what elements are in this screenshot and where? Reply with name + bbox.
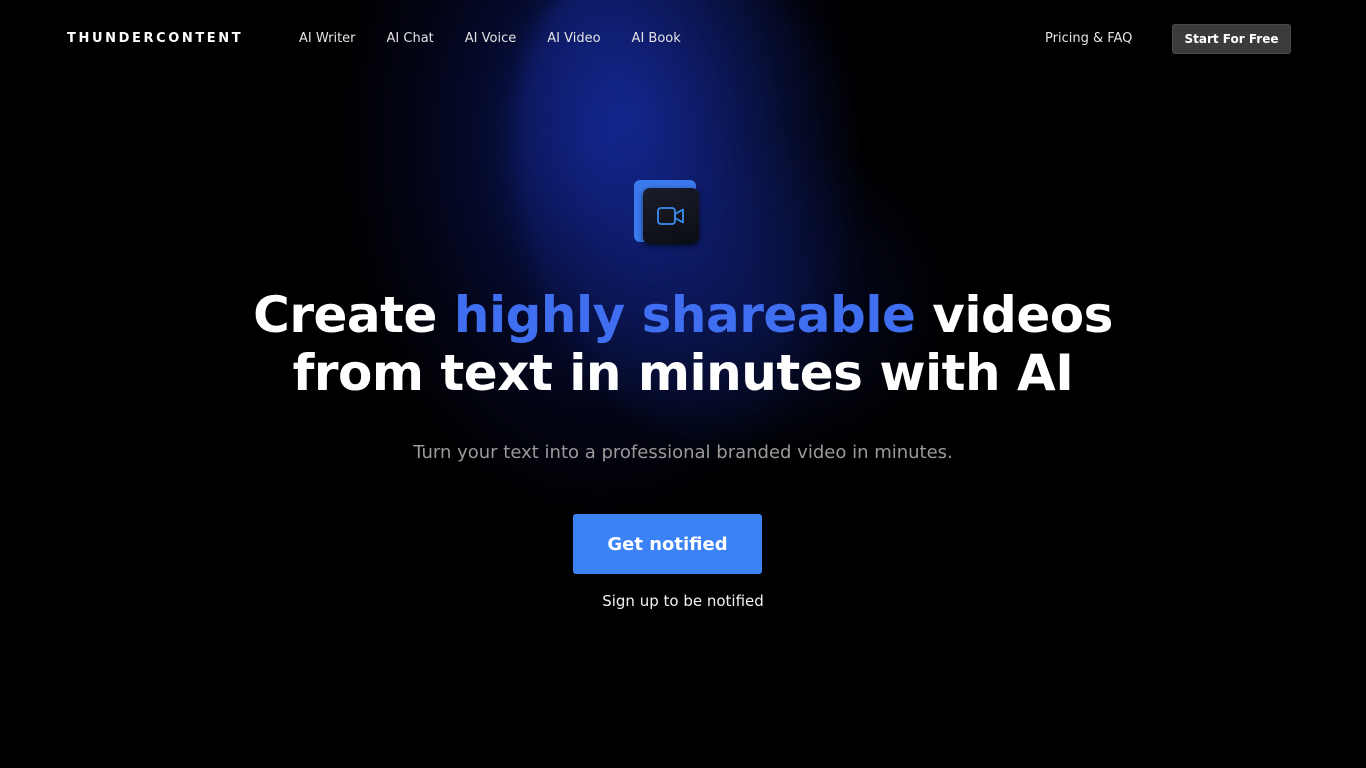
hero-icon-badge	[634, 180, 700, 246]
hero-headline: Create highly shareable videos from text…	[0, 286, 1366, 402]
page: THUNDERCONTENT AI Writer AI Chat AI Voic…	[0, 0, 1366, 768]
video-camera-icon	[657, 207, 684, 225]
nav-item-ai-writer[interactable]: AI Writer	[299, 31, 356, 46]
nav-item-ai-video[interactable]: AI Video	[547, 31, 600, 46]
nav-item-ai-voice[interactable]: AI Voice	[465, 31, 516, 46]
headline-part2: videos	[915, 286, 1113, 344]
pricing-faq-link[interactable]: Pricing & FAQ	[1045, 31, 1132, 46]
get-notified-button[interactable]: Get notified	[573, 514, 762, 574]
site-header: THUNDERCONTENT AI Writer AI Chat AI Voic…	[0, 0, 1366, 80]
icon-badge-front	[643, 188, 699, 244]
nav-item-ai-chat[interactable]: AI Chat	[387, 31, 434, 46]
main-nav: AI Writer AI Chat AI Voice AI Video AI B…	[299, 31, 712, 46]
headline-line2: from text in minutes with AI	[292, 344, 1074, 402]
start-for-free-button[interactable]: Start For Free	[1172, 24, 1291, 54]
hero-subtitle: Turn your text into a professional brand…	[413, 442, 953, 463]
nav-item-ai-book[interactable]: AI Book	[632, 31, 681, 46]
site-logo[interactable]: THUNDERCONTENT	[67, 31, 243, 46]
signup-note: Sign up to be notified	[602, 592, 764, 610]
headline-part1: Create	[253, 286, 454, 344]
headline-accent: highly shareable	[453, 286, 916, 344]
